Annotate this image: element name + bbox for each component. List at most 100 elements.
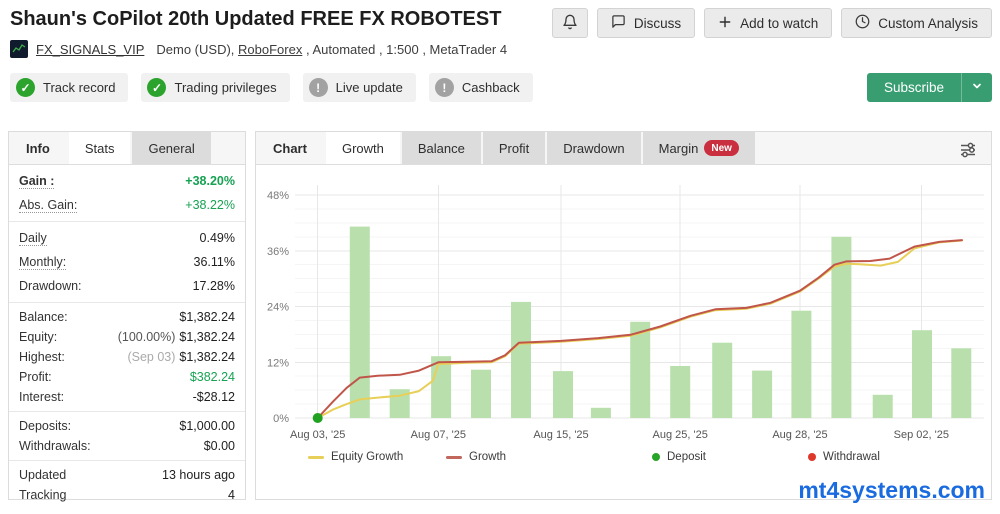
broker-link[interactable]: RoboForex [238,42,302,57]
badge-trading-privileges[interactable]: ✓ Trading privileges [141,73,289,102]
tab-profit[interactable]: Profit [483,132,545,164]
tab-info[interactable]: Info [9,132,67,164]
check-circle-icon: ✓ [16,78,35,97]
verification-badges: ✓ Track record ✓ Trading privileges ! Li… [10,73,992,102]
stat-value: (Sep 03)$1,382.24 [127,350,235,364]
stat-value: 4 [228,488,235,502]
equity-line-swatch [308,456,324,459]
badge-cashback[interactable]: ! Cashback [429,73,533,102]
svg-text:24%: 24% [266,302,288,314]
svg-text:Aug 07, '25: Aug 07, '25 [410,429,465,441]
stat-value: 13 hours ago [162,468,235,482]
stat-row-interest: Interest: -$28.12 [9,387,245,407]
bell-icon [562,14,578,33]
svg-text:Aug 03, '25: Aug 03, '25 [290,429,345,441]
stat-label[interactable]: Abs. Gain: [19,198,77,213]
stat-row-tracking: Tracking 4 [9,485,245,505]
custom-analysis-button[interactable]: Custom Analysis [841,8,992,38]
clock-icon [855,14,870,32]
stat-value: 0.49% [200,231,235,245]
growth-chart-area: 0%12%24%36%48%Aug 03, '25Aug 07, '25Aug … [256,165,991,471]
stat-label[interactable]: Monthly: [19,255,66,270]
svg-text:Aug 25, '25: Aug 25, '25 [652,429,707,441]
notifications-button[interactable] [552,8,588,38]
stat-value: 17.28% [193,279,235,293]
svg-text:Aug 15, '25: Aug 15, '25 [533,429,588,441]
badge-live-update[interactable]: ! Live update [303,73,416,102]
subscribe-dropdown-button[interactable] [961,73,992,102]
stat-label: Equity: [19,330,57,344]
legend-item-deposit: Deposit [652,451,706,463]
stat-label: Interest: [19,390,64,404]
discuss-label: Discuss [634,16,681,31]
add-to-watch-label: Add to watch [740,16,818,31]
add-to-watch-button[interactable]: Add to watch [704,8,832,38]
stat-hint: (100.00%) [118,330,176,344]
stat-row-drawdown: Drawdown: 17.28% [9,274,245,298]
tab-stats[interactable]: Stats [69,132,131,164]
tab-margin-label: Margin [659,141,699,156]
subscribe-split-button: Subscribe [867,73,992,102]
legend-label: Equity Growth [331,451,403,463]
page-header: Shaun's CoPilot 20th Updated FREE FX ROB… [0,0,1000,102]
balance-group: Balance: $1,382.24 Equity: (100.00%)$1,3… [9,302,245,411]
badge-label: Live update [336,80,403,95]
stat-row-monthly: Monthly: 36.11% [9,250,245,274]
tab-balance[interactable]: Balance [402,132,481,164]
stat-label: Balance: [19,310,68,324]
stat-value: $382.24 [190,370,235,384]
withdrawal-dot-swatch [808,453,816,461]
legend-label: Growth [469,451,506,463]
stat-value: -$28.12 [193,390,235,404]
mini-chart-icon [10,40,28,58]
stat-row-abs-gain: Abs. Gain: +38.22% [9,193,245,217]
stat-row-updated: Updated 13 hours ago [9,465,245,485]
legend-item-equity-growth: Equity Growth [308,451,403,463]
svg-text:12%: 12% [266,357,288,369]
stat-label[interactable]: Gain : [19,174,54,189]
stat-value: 36.11% [194,255,235,269]
subscribe-button[interactable]: Subscribe [867,73,961,102]
stat-label: Highest: [19,350,65,364]
chart-panel: Chart Growth Balance Profit Drawdown Mar… [255,131,992,500]
stat-label: Drawdown: [19,279,82,293]
stat-row-equity: Equity: (100.00%)$1,382.24 [9,327,245,347]
tab-chart[interactable]: Chart [256,132,324,164]
svg-text:Sep 02, '25: Sep 02, '25 [893,429,948,441]
stat-label[interactable]: Daily [19,231,47,246]
tab-drawdown[interactable]: Drawdown [547,132,640,164]
discuss-button[interactable]: Discuss [597,8,695,38]
stat-label: Withdrawals: [19,439,91,453]
check-circle-icon: ✓ [147,78,166,97]
gain-group: Gain : +38.20% Abs. Gain: +38.22% [9,165,245,221]
chart-settings-button[interactable] [955,137,981,168]
account-name-link[interactable]: FX_SIGNALS_VIP [36,42,144,57]
sliders-icon [958,147,978,164]
stat-value: +38.20% [185,174,235,188]
stat-value: (100.00%)$1,382.24 [118,330,235,344]
stat-row-balance: Balance: $1,382.24 [9,307,245,327]
stat-value: +38.22% [185,198,235,212]
legend-item-withdrawal: Withdrawal [808,451,880,463]
new-badge: New [704,140,739,156]
content-panels: Info Stats General Gain : +38.20% Abs. G… [8,131,992,500]
stat-label: Profit: [19,370,52,384]
stat-row-withdrawals: Withdrawals: $0.00 [9,436,245,456]
stats-panel: Info Stats General Gain : +38.20% Abs. G… [8,131,246,500]
deposit-dot-swatch [652,453,660,461]
stat-hint: (Sep 03) [127,350,175,364]
tab-margin[interactable]: Margin New [643,132,755,164]
stat-row-profit: Profit: $382.24 [9,367,245,387]
stat-row-deposits: Deposits: $1,000.00 [9,416,245,436]
badge-label: Track record [43,80,115,95]
account-details: Demo (USD), RoboForex , Automated , 1:50… [156,42,507,57]
legend-item-growth: Growth [446,451,506,463]
tab-growth[interactable]: Growth [326,132,400,164]
stat-value: $1,000.00 [179,419,235,433]
stat-value: $1,382.24 [179,310,235,324]
stat-row-daily: Daily 0.49% [9,226,245,250]
tab-general[interactable]: General [132,132,210,164]
stat-label: Tracking [19,488,66,502]
growth-chart[interactable]: 0%12%24%36%48%Aug 03, '25Aug 07, '25Aug … [257,171,991,449]
badge-track-record[interactable]: ✓ Track record [10,73,128,102]
